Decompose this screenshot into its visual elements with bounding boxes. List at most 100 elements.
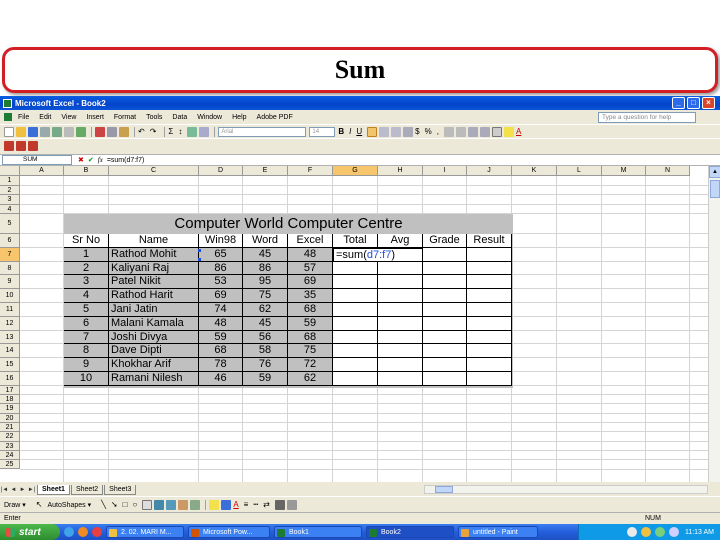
drawing-icon[interactable] bbox=[199, 126, 210, 137]
table-cell-empty[interactable] bbox=[423, 275, 467, 290]
table-cell[interactable]: 1 bbox=[64, 247, 109, 262]
table-header-cell[interactable]: Name bbox=[109, 234, 199, 248]
chart-wizard-icon[interactable] bbox=[187, 126, 198, 137]
table-cell[interactable]: 59 bbox=[243, 372, 288, 386]
help-search-input[interactable]: Type a question for help bbox=[598, 112, 696, 123]
tab-sheet1[interactable]: Sheet1 bbox=[37, 484, 70, 495]
tab-sheet3[interactable]: Sheet3 bbox=[104, 484, 137, 495]
diagram-icon[interactable] bbox=[166, 499, 177, 510]
menu-format[interactable]: Format bbox=[114, 114, 136, 121]
table-cell[interactable]: 9 bbox=[64, 358, 109, 372]
row-header-23[interactable]: 23 bbox=[0, 441, 20, 451]
row-header-24[interactable]: 24 bbox=[0, 450, 20, 461]
vertical-scrollbar[interactable]: ▲ bbox=[708, 166, 720, 482]
menu-window[interactable]: Window bbox=[197, 114, 222, 121]
row-header-16[interactable]: 16 bbox=[0, 372, 20, 386]
print-icon[interactable] bbox=[52, 126, 62, 137]
vertical-scroll-thumb[interactable] bbox=[710, 180, 720, 198]
table-cell-empty[interactable] bbox=[378, 261, 423, 276]
wordart-icon[interactable] bbox=[154, 499, 165, 510]
menu-adobe-pdf[interactable]: Adobe PDF bbox=[257, 114, 293, 121]
row-header-11[interactable]: 11 bbox=[0, 303, 20, 317]
sort-ascending-icon[interactable]: ↕ bbox=[178, 127, 182, 136]
table-cell[interactable]: Ramani Nilesh bbox=[109, 372, 199, 386]
table-cell[interactable]: Rathod Harit bbox=[109, 289, 199, 303]
table-cell[interactable]: 6 bbox=[64, 316, 109, 331]
cancel-icon[interactable]: ✖ bbox=[78, 156, 84, 164]
taskbar-item-book1[interactable]: Book1 bbox=[274, 526, 362, 538]
table-cell-empty[interactable] bbox=[467, 372, 512, 386]
table-cell[interactable]: 59 bbox=[199, 330, 243, 345]
column-header-f[interactable]: F bbox=[288, 166, 333, 176]
table-cell[interactable]: 46 bbox=[199, 372, 243, 386]
row-header-19[interactable]: 19 bbox=[0, 404, 20, 414]
table-header-cell[interactable]: Word bbox=[243, 234, 288, 248]
table-cell-empty[interactable] bbox=[467, 316, 512, 331]
merge-center-icon[interactable] bbox=[403, 126, 414, 137]
table-header-cell[interactable]: Result bbox=[467, 234, 512, 248]
tray-icon[interactable] bbox=[626, 527, 637, 537]
draw-menu-button[interactable]: Draw ▾ bbox=[4, 501, 26, 509]
table-cell[interactable]: 65 bbox=[199, 247, 243, 262]
next-sheet-icon[interactable]: ► bbox=[18, 487, 27, 493]
table-cell-empty[interactable] bbox=[333, 372, 378, 386]
first-sheet-icon[interactable]: |◄ bbox=[0, 487, 9, 493]
table-cell[interactable]: 69 bbox=[288, 275, 333, 290]
table-cell-empty[interactable] bbox=[467, 358, 512, 372]
redo-icon[interactable]: ↷ bbox=[150, 127, 157, 136]
table-cell-empty[interactable] bbox=[467, 261, 512, 276]
table-header-cell[interactable]: Win98 bbox=[199, 234, 243, 248]
picture-icon[interactable] bbox=[190, 499, 201, 510]
minimize-button[interactable]: _ bbox=[672, 97, 685, 109]
table-cell[interactable]: 62 bbox=[243, 303, 288, 317]
cut-icon[interactable] bbox=[95, 126, 105, 137]
table-cell[interactable]: 78 bbox=[199, 358, 243, 372]
start-button[interactable]: start bbox=[0, 524, 60, 540]
maximize-button[interactable]: □ bbox=[687, 97, 700, 109]
table-cell[interactable]: 62 bbox=[288, 372, 333, 386]
menu-file[interactable]: File bbox=[18, 114, 29, 121]
tray-icon[interactable] bbox=[654, 527, 665, 537]
table-cell-empty[interactable] bbox=[423, 261, 467, 276]
table-cell[interactable]: 4 bbox=[64, 289, 109, 303]
table-cell-empty[interactable] bbox=[467, 344, 512, 359]
range-handle[interactable] bbox=[198, 257, 201, 261]
table-cell[interactable]: 2 bbox=[64, 261, 109, 276]
row-header-5[interactable]: 5 bbox=[0, 214, 20, 234]
row-header-14[interactable]: 14 bbox=[0, 344, 20, 359]
copy-icon[interactable] bbox=[107, 126, 117, 137]
menu-tools[interactable]: Tools bbox=[146, 114, 162, 121]
table-cell-empty[interactable] bbox=[333, 275, 378, 290]
row-header-3[interactable]: 3 bbox=[0, 195, 20, 205]
draw-fill-color-icon[interactable] bbox=[209, 499, 220, 510]
column-header-h[interactable]: H bbox=[378, 166, 423, 176]
autoshapes-menu-button[interactable]: AutoShapes ▾ bbox=[48, 501, 92, 509]
ie-quicklaunch-icon[interactable] bbox=[64, 527, 74, 537]
convert-to-pdf-icon[interactable] bbox=[4, 140, 14, 151]
permission-icon[interactable] bbox=[40, 126, 50, 137]
worksheet-grid[interactable]: A B C D E F G H I J K L M N 1 2 3 4 5 6 7 8 9 10 11 12 13 14 15 16 17 1… bbox=[0, 166, 708, 482]
table-cell[interactable]: 75 bbox=[288, 344, 333, 359]
column-header-g[interactable]: G bbox=[333, 166, 378, 176]
app-quicklaunch-icon[interactable] bbox=[92, 527, 102, 537]
menu-data[interactable]: Data bbox=[172, 114, 187, 121]
row-header-4[interactable]: 4 bbox=[0, 204, 20, 214]
column-header-j[interactable]: J bbox=[467, 166, 512, 176]
prev-sheet-icon[interactable]: ◄ bbox=[9, 487, 18, 493]
row-header-10[interactable]: 10 bbox=[0, 289, 20, 303]
align-center-icon[interactable] bbox=[379, 126, 390, 137]
table-header-cell[interactable]: Grade bbox=[423, 234, 467, 248]
table-cell-empty[interactable] bbox=[423, 289, 467, 303]
autosum-icon[interactable]: Σ bbox=[168, 127, 173, 136]
font-color-button[interactable]: A bbox=[516, 127, 521, 136]
table-cell[interactable]: 86 bbox=[199, 261, 243, 276]
column-header-a[interactable]: A bbox=[20, 166, 64, 176]
text-box-icon[interactable] bbox=[142, 499, 153, 510]
align-right-icon[interactable] bbox=[391, 126, 402, 137]
table-header-cell[interactable]: Avg bbox=[378, 234, 423, 248]
line-color-icon[interactable] bbox=[221, 499, 232, 510]
select-all-corner[interactable] bbox=[0, 166, 20, 176]
column-header-n[interactable]: N bbox=[646, 166, 690, 176]
table-cell-empty[interactable] bbox=[378, 344, 423, 359]
row-header-2[interactable]: 2 bbox=[0, 185, 20, 195]
